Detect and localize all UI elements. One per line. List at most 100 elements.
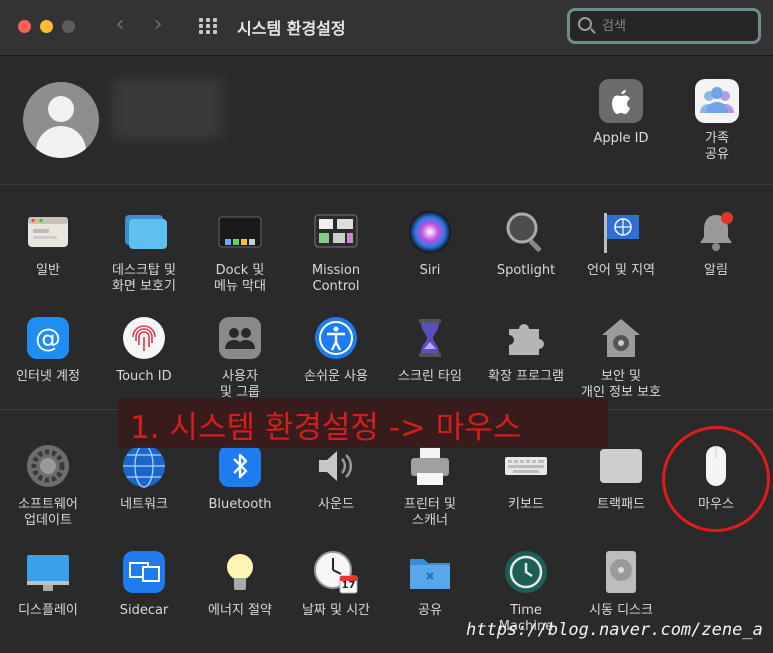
apple-id-label: Apple ID bbox=[593, 131, 649, 146]
gear-icon bbox=[25, 443, 71, 489]
users-icon bbox=[217, 315, 263, 361]
forward-chevron-icon[interactable]: › bbox=[144, 12, 172, 40]
pane-mission-control[interactable]: Mission Control bbox=[288, 209, 384, 295]
family-sharing-label: 가족 공유 bbox=[705, 131, 729, 162]
pane-language-region[interactable]: 언어 및 지역 bbox=[573, 209, 669, 279]
pane-general[interactable]: 일반 bbox=[0, 209, 96, 279]
back-chevron-icon[interactable]: ‹ bbox=[106, 12, 134, 40]
sidecar-icon bbox=[121, 549, 167, 595]
pane-accessibility[interactable]: 손쉬운 사용 bbox=[288, 315, 384, 385]
search-input[interactable] bbox=[602, 15, 752, 37]
pane-label: 일반 bbox=[36, 263, 60, 278]
pane-label: 프린터 및 스캐너 bbox=[404, 497, 456, 528]
general-icon bbox=[25, 209, 71, 255]
pane-startup-disk[interactable]: 시동 디스크 bbox=[573, 549, 669, 619]
apple-icon bbox=[599, 79, 643, 123]
account-section: Apple ID 가족 공유 bbox=[0, 57, 773, 185]
siri-icon bbox=[407, 209, 453, 255]
pane-screen-time[interactable]: 스크린 타임 bbox=[382, 315, 478, 385]
pane-label: Bluetooth bbox=[208, 497, 272, 512]
pane-sidecar[interactable]: Sidecar bbox=[96, 549, 192, 619]
dock-icon bbox=[217, 209, 263, 255]
family-sharing-icon bbox=[695, 79, 739, 123]
pane-label: 에너지 절약 bbox=[208, 603, 272, 618]
pane-label: 보안 및 개인 정보 보호 bbox=[580, 369, 662, 400]
pane-software-update[interactable]: 소프트웨어 업데이트 bbox=[0, 443, 96, 529]
at-sign-icon: @ bbox=[25, 315, 71, 361]
speaker-icon bbox=[313, 443, 359, 489]
security-house-icon bbox=[598, 315, 644, 361]
window-title: 시스템 환경설정 bbox=[237, 19, 346, 38]
search-box[interactable] bbox=[567, 8, 761, 44]
time-machine-icon bbox=[503, 549, 549, 595]
svg-text:@: @ bbox=[35, 324, 61, 354]
pane-label: 데스크탑 및 화면 보호기 bbox=[112, 263, 176, 294]
user-avatar[interactable] bbox=[23, 82, 99, 158]
pane-network[interactable]: 네트워크 bbox=[96, 443, 192, 513]
blurred-user-name bbox=[112, 79, 222, 139]
pane-label: 스크린 타임 bbox=[398, 369, 462, 384]
pane-label: 트랙패드 bbox=[597, 497, 645, 512]
keyboard-icon bbox=[503, 443, 549, 489]
pane-users-groups[interactable]: 사용자 및 그룹 bbox=[192, 315, 288, 401]
pane-notifications[interactable]: 알림 bbox=[668, 209, 764, 279]
pane-displays[interactable]: 디스플레이 bbox=[0, 549, 96, 619]
pane-sharing[interactable]: 공유 bbox=[382, 549, 478, 619]
show-all-grid-icon[interactable] bbox=[199, 18, 219, 34]
close-window-button[interactable] bbox=[18, 20, 31, 33]
pane-label: Dock 및 메뉴 막대 bbox=[214, 263, 266, 294]
watermark: https://blog.naver.com/zene_a bbox=[466, 620, 763, 640]
zoom-window-button[interactable] bbox=[62, 20, 75, 33]
accessibility-icon bbox=[313, 315, 359, 361]
pane-label: 시동 디스크 bbox=[589, 603, 653, 618]
trackpad-icon bbox=[598, 443, 644, 489]
fingerprint-icon bbox=[121, 315, 167, 361]
printer-icon bbox=[407, 443, 453, 489]
mission-control-icon bbox=[313, 209, 359, 255]
search-icon bbox=[578, 17, 592, 31]
spotlight-icon bbox=[503, 209, 549, 255]
hourglass-icon bbox=[407, 315, 453, 361]
pane-label: 알림 bbox=[704, 263, 728, 278]
titlebar: ‹ › 시스템 환경설정 bbox=[0, 0, 773, 56]
pane-touch-id[interactable]: Touch ID bbox=[96, 315, 192, 385]
pane-bluetooth[interactable]: Bluetooth bbox=[192, 443, 288, 513]
pane-label: Touch ID bbox=[116, 369, 172, 384]
pane-spotlight[interactable]: Spotlight bbox=[478, 209, 574, 279]
minimize-window-button[interactable] bbox=[40, 20, 53, 33]
pane-desktop-screensaver[interactable]: 데스크탑 및 화면 보호기 bbox=[96, 209, 192, 295]
pane-sound[interactable]: 사운드 bbox=[288, 443, 384, 513]
shared-folder-icon bbox=[407, 549, 453, 595]
pane-label: Spotlight bbox=[496, 263, 556, 278]
pane-security-privacy[interactable]: 보안 및 개인 정보 보호 bbox=[573, 315, 669, 401]
apple-id-pane[interactable]: Apple ID bbox=[576, 79, 666, 147]
pane-label: 사운드 bbox=[318, 497, 354, 512]
calendar-day: 17 bbox=[341, 580, 356, 591]
pane-label: Siri bbox=[419, 263, 441, 278]
lightbulb-icon bbox=[217, 549, 263, 595]
highlight-circle bbox=[655, 419, 773, 539]
pane-date-time[interactable]: 17 날짜 및 시간 bbox=[288, 549, 384, 619]
pane-label: 키보드 bbox=[508, 497, 544, 512]
pane-label: Mission Control bbox=[311, 263, 361, 294]
pane-internet-accounts[interactable]: @ 인터넷 계정 bbox=[0, 315, 96, 385]
pane-printers-scanners[interactable]: 프린터 및 스캐너 bbox=[382, 443, 478, 529]
annotation-text: 1. 시스템 환경설정 -> 마우스 bbox=[130, 410, 522, 446]
pane-siri[interactable]: Siri bbox=[382, 209, 478, 279]
pane-dock-menubar[interactable]: Dock 및 메뉴 막대 bbox=[192, 209, 288, 295]
disk-icon bbox=[598, 549, 644, 595]
pane-extensions[interactable]: 확장 프로그램 bbox=[478, 315, 574, 385]
puzzle-icon bbox=[503, 315, 549, 361]
pane-label: 손쉬운 사용 bbox=[304, 369, 368, 384]
clock-calendar-icon: 17 bbox=[313, 549, 359, 595]
pane-label: 소프트웨어 업데이트 bbox=[18, 497, 78, 528]
pane-trackpad[interactable]: 트랙패드 bbox=[573, 443, 669, 513]
annotation-banner: 1. 시스템 환경설정 -> 마우스 bbox=[118, 398, 608, 448]
pane-label: 인터넷 계정 bbox=[16, 369, 80, 384]
display-icon bbox=[25, 549, 71, 595]
pane-keyboard[interactable]: 키보드 bbox=[478, 443, 574, 513]
desktop-icon bbox=[121, 209, 167, 255]
pane-energy-saver[interactable]: 에너지 절약 bbox=[192, 549, 288, 619]
pane-label: 사용자 및 그룹 bbox=[219, 369, 260, 400]
family-sharing-pane[interactable]: 가족 공유 bbox=[672, 79, 762, 163]
